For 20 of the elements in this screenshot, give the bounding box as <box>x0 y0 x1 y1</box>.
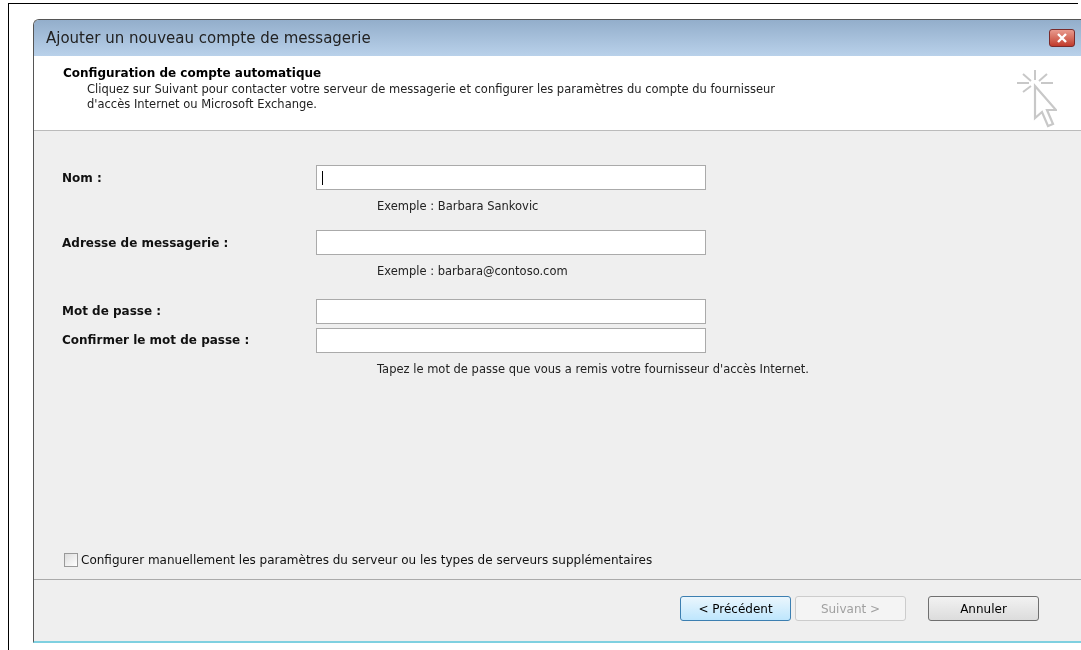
field-label: Confirmer le mot de passe : <box>62 332 251 349</box>
header-description: Cliquez sur Suivant pour contacter votre serveur de messagerie et configurer les paramètres du compte du fournisseur d'accès Internet ou Microsoft Exchange. <box>86 82 777 112</box>
field-label: Nom : <box>62 169 103 187</box>
close-icon <box>1056 33 1068 43</box>
header-title: Configuration de compte automatique <box>63 65 323 82</box>
close-button[interactable] <box>1049 29 1075 47</box>
checkbox-label[interactable]: Configurer manuellement les paramètres du serveur ou les types de serveurs supplémentaires <box>81 551 653 569</box>
field-label: Adresse de messagerie : <box>62 234 230 252</box>
hint-text: Exemple : Barbara Sankovic <box>377 198 540 215</box>
hint-text: Exemple : barbara@contoso.com <box>377 263 569 281</box>
wizard-button[interactable]: < Précédent <box>680 596 791 621</box>
input-field[interactable] <box>316 230 706 256</box>
input-field[interactable] <box>316 165 706 190</box>
wizard-button[interactable]: Annuler <box>928 596 1039 621</box>
hint-text: Tapez le mot de passe que vous a remis votre fournisseur d'accès Internet. <box>377 360 810 378</box>
window-title: Ajouter un nouveau compte de messagerie <box>46 27 371 49</box>
input-field[interactable] <box>316 298 706 324</box>
input-field[interactable] <box>316 327 706 353</box>
field-label: Mot de passe : <box>62 303 163 320</box>
checkbox[interactable] <box>64 553 78 567</box>
